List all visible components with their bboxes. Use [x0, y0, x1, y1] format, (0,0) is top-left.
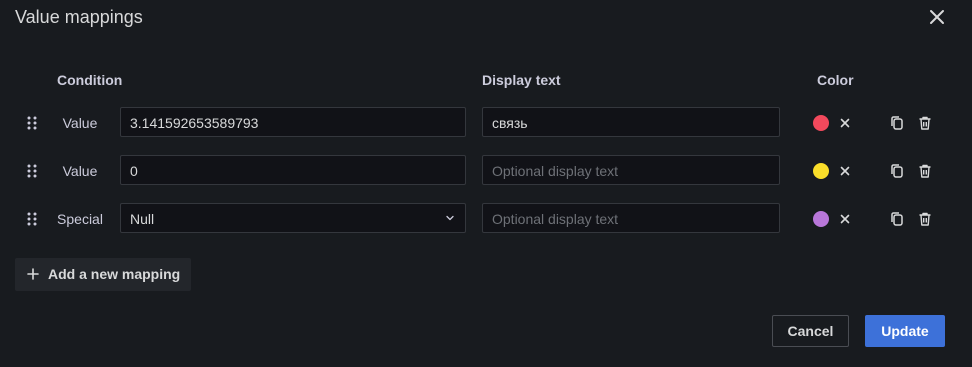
condition-type-label: Special	[57, 211, 103, 227]
condition-header: Condition	[57, 72, 123, 88]
plus-icon	[27, 268, 39, 280]
color-swatch[interactable]	[813, 115, 829, 131]
clear-color-icon[interactable]	[838, 212, 852, 226]
mapping-row: Value 0 Optional display text	[0, 155, 972, 187]
add-mapping-label: Add a new mapping	[48, 266, 181, 282]
display-text-header: Display text	[482, 72, 561, 88]
special-value-selected: Null	[130, 211, 155, 227]
clear-color-icon[interactable]	[838, 116, 852, 130]
chevron-down-icon	[446, 215, 454, 221]
color-swatch[interactable]	[813, 163, 829, 179]
special-value-select[interactable]: Null	[120, 203, 466, 233]
clear-color-icon[interactable]	[838, 164, 852, 178]
trash-icon[interactable]	[916, 114, 934, 132]
color-swatch[interactable]	[813, 211, 829, 227]
display-text-input[interactable]: Optional display text	[482, 203, 780, 233]
mapping-row: Special Null Optional display text	[0, 203, 972, 235]
copy-icon[interactable]	[888, 114, 906, 132]
display-text-input[interactable]: Optional display text	[482, 155, 780, 185]
copy-icon[interactable]	[888, 210, 906, 228]
trash-icon[interactable]	[916, 210, 934, 228]
condition-type-label: Value	[62, 163, 98, 179]
dialog-title: Value mappings	[15, 7, 143, 27]
mapping-row: Value 3.141592653589793 связь	[0, 107, 972, 139]
drag-handle-icon[interactable]	[25, 115, 39, 131]
condition-value-input[interactable]: 3.141592653589793	[120, 107, 466, 137]
drag-handle-icon[interactable]	[25, 163, 39, 179]
copy-icon[interactable]	[888, 162, 906, 180]
trash-icon[interactable]	[916, 162, 934, 180]
close-icon[interactable]	[926, 6, 948, 28]
display-text-input[interactable]: связь	[482, 107, 780, 137]
update-button[interactable]: Update	[865, 315, 945, 347]
add-mapping-button[interactable]: Add a new mapping	[15, 258, 191, 291]
cancel-button[interactable]: Cancel	[772, 315, 849, 347]
condition-value-input[interactable]: 0	[120, 155, 466, 185]
drag-handle-icon[interactable]	[25, 211, 39, 227]
color-header: Color	[817, 72, 854, 88]
condition-type-label: Value	[62, 115, 98, 131]
